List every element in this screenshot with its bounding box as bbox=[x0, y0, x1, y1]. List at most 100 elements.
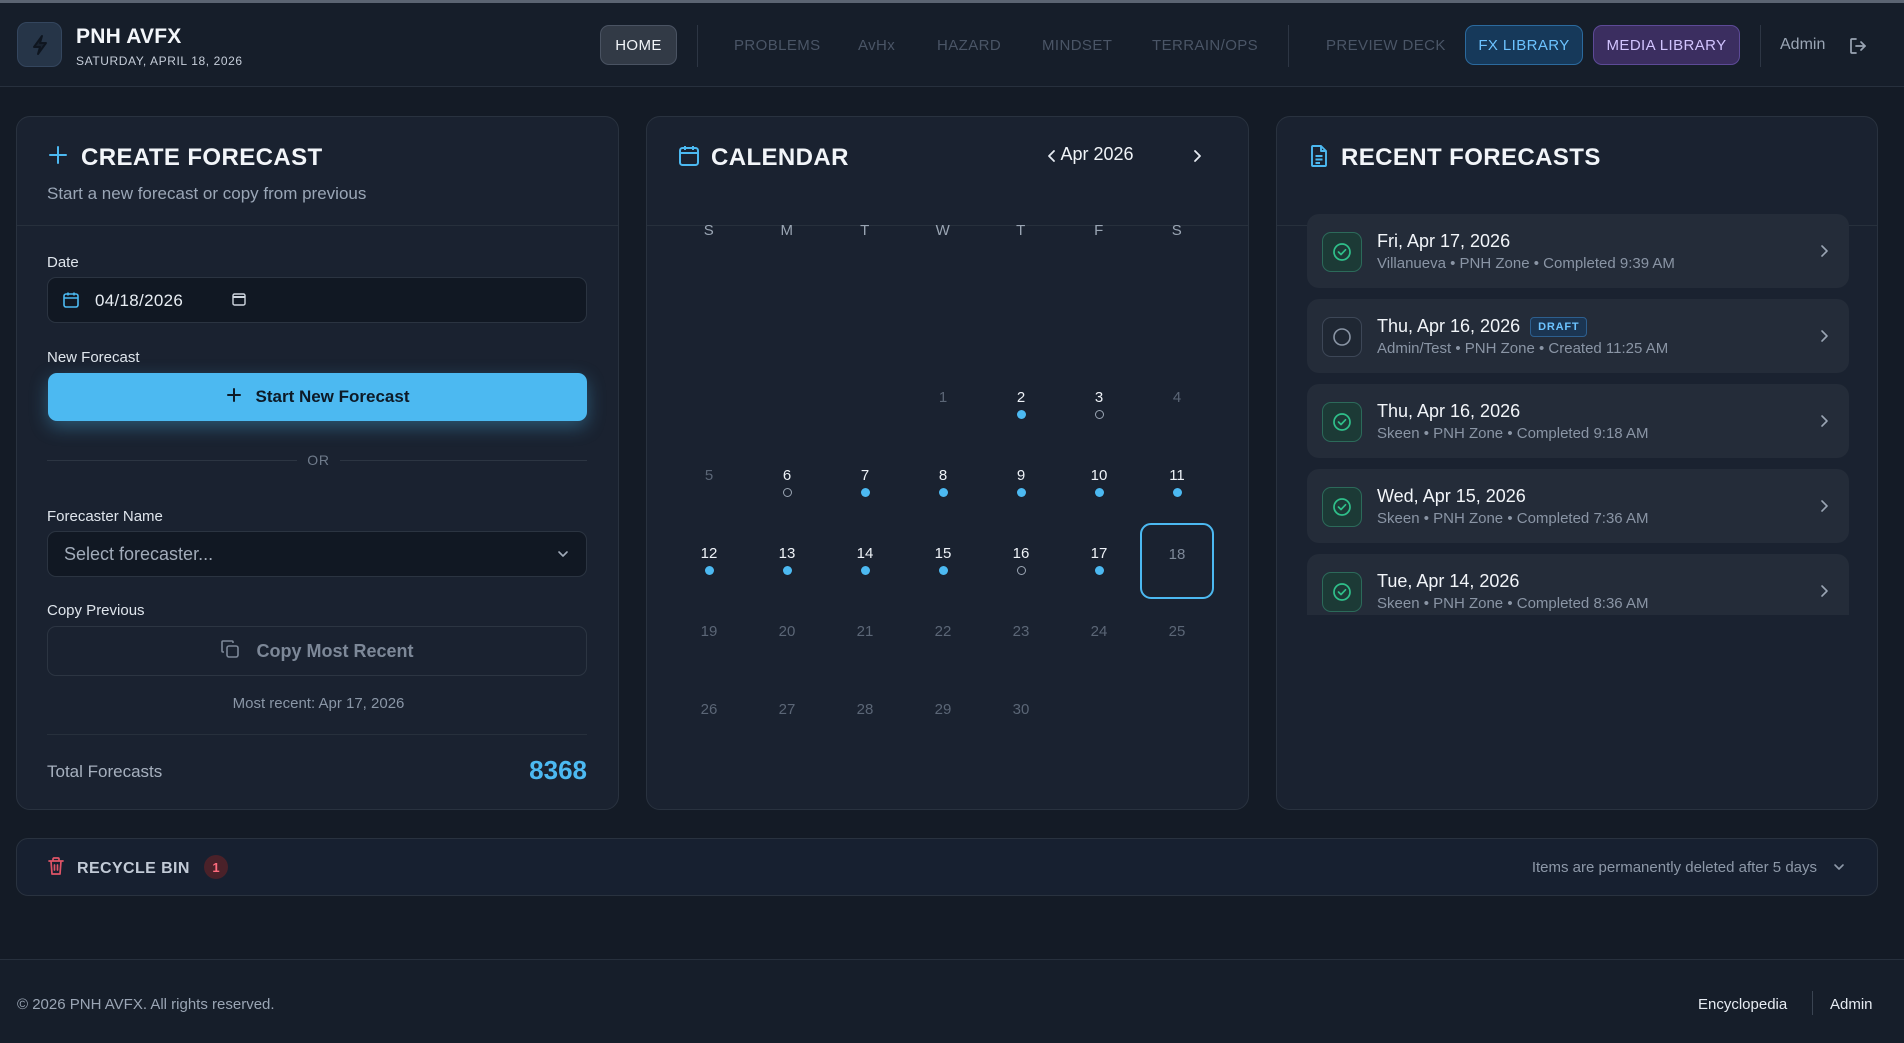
recycle-bin-bar[interactable]: RECYCLE BIN 1 Items are permanently dele… bbox=[16, 838, 1878, 896]
calendar-day[interactable]: 29 bbox=[906, 679, 980, 753]
calendar-day[interactable]: 10 bbox=[1062, 445, 1136, 519]
encyclopedia-link[interactable]: Encyclopedia bbox=[1698, 996, 1787, 1013]
fx-library-button[interactable]: FX LIBRARY bbox=[1465, 25, 1583, 65]
logo-icon[interactable] bbox=[17, 22, 62, 67]
recent-forecast-item[interactable]: Thu, Apr 16, 2026 DRAFT Admin/Test • PNH Z… bbox=[1307, 299, 1849, 373]
start-new-forecast-button[interactable]: Start New Forecast bbox=[48, 373, 587, 421]
calendar-day[interactable]: 16 bbox=[984, 523, 1058, 597]
calendar-day[interactable]: 3 bbox=[1062, 367, 1136, 441]
calendar-day[interactable]: 25 bbox=[1140, 601, 1214, 675]
chevron-down-icon[interactable] bbox=[1832, 860, 1846, 879]
recent-forecast-item[interactable]: Fri, Apr 17, 2026 Villanueva • PNH Zone •… bbox=[1307, 214, 1849, 288]
chevron-right-icon bbox=[1817, 243, 1831, 264]
calendar-day[interactable]: 5 bbox=[672, 445, 746, 519]
divider bbox=[340, 460, 587, 461]
weekday-header: T bbox=[1016, 222, 1026, 239]
copy-previous-label: Copy Previous bbox=[47, 602, 145, 619]
copy-icon bbox=[220, 639, 240, 664]
calendar-day[interactable]: 24 bbox=[1062, 601, 1136, 675]
recent-forecast-item[interactable]: Tue, Apr 14, 2026 Skeen • PNH Zone • Comp… bbox=[1307, 554, 1849, 615]
calendar-day[interactable]: 30 bbox=[984, 679, 1058, 753]
recent-forecast-item[interactable]: Wed, Apr 15, 2026 Skeen • PNH Zone • Comp… bbox=[1307, 469, 1849, 543]
calendar-day[interactable]: 22 bbox=[906, 601, 980, 675]
calendar-day-number: 19 bbox=[700, 622, 718, 640]
recent-forecast-title: Thu, Apr 16, 2026 DRAFT bbox=[1377, 316, 1588, 337]
empty-circle-icon bbox=[1322, 317, 1362, 357]
recent-forecasts-list: Fri, Apr 17, 2026 Villanueva • PNH Zone •… bbox=[1277, 117, 1879, 615]
date-value[interactable]: 04/18/2026 bbox=[95, 291, 183, 311]
date-picker-icon[interactable] bbox=[232, 292, 246, 311]
calendar-day-number: 18 bbox=[1168, 545, 1186, 563]
recent-forecast-meta: Skeen • PNH Zone • Completed 7:36 AM bbox=[1377, 510, 1649, 527]
recent-forecast-meta: Admin/Test • PNH Zone • Created 11:25 AM bbox=[1377, 340, 1669, 357]
calendar-day[interactable]: 20 bbox=[750, 601, 824, 675]
recent-forecast-title: Wed, Apr 15, 2026 bbox=[1377, 486, 1526, 507]
calendar-day[interactable]: 12 bbox=[672, 523, 746, 597]
plus-icon bbox=[226, 387, 242, 408]
total-forecasts-label: Total Forecasts bbox=[47, 762, 163, 781]
weekday-header: M bbox=[780, 222, 794, 239]
calendar-day[interactable]: 11 bbox=[1140, 445, 1214, 519]
calendar-day[interactable]: 26 bbox=[672, 679, 746, 753]
calendar-day-number: 10 bbox=[1090, 466, 1108, 484]
recent-forecasts-card: RECENT FORECASTS Fri, Apr 17, 2026 Villan… bbox=[1276, 116, 1878, 810]
card-header: CREATE FORECAST Start a new forecast or … bbox=[17, 117, 618, 226]
calendar-day[interactable]: 2 bbox=[984, 367, 1058, 441]
forecast-dot bbox=[782, 565, 792, 575]
calendar-day[interactable]: 28 bbox=[828, 679, 902, 753]
calendar-day[interactable]: 21 bbox=[828, 601, 902, 675]
calendar-day-number: 7 bbox=[860, 466, 870, 484]
calendar-icon bbox=[62, 291, 80, 314]
calendar-day[interactable]: 19 bbox=[672, 601, 746, 675]
forecaster-select[interactable]: Select forecaster... bbox=[47, 531, 587, 577]
weekday-header: T bbox=[860, 222, 870, 239]
calendar-day[interactable]: 17 bbox=[1062, 523, 1136, 597]
recent-forecast-item[interactable]: Thu, Apr 16, 2026 Skeen • PNH Zone • Comp… bbox=[1307, 384, 1849, 458]
calendar-day-number: 17 bbox=[1090, 544, 1108, 562]
calendar-day[interactable]: 8 bbox=[906, 445, 980, 519]
app-name: PNH AVFX bbox=[76, 25, 182, 48]
nav-mindset[interactable]: MINDSET bbox=[1042, 25, 1112, 65]
chevron-right-icon[interactable] bbox=[1189, 148, 1205, 169]
admin-user[interactable]: Admin bbox=[1780, 36, 1825, 54]
calendar-day[interactable]: 1 bbox=[906, 367, 980, 441]
forecast-dot bbox=[1016, 487, 1026, 497]
calendar-day[interactable]: 14 bbox=[828, 523, 902, 597]
calendar-day[interactable]: 6 bbox=[750, 445, 824, 519]
recycle-bin-label: RECYCLE BIN bbox=[77, 860, 190, 877]
forecast-dot bbox=[1016, 409, 1026, 419]
nav-problems[interactable]: PROBLEMS bbox=[734, 25, 821, 65]
calendar-card: CALENDAR Apr 2026 S M T W T F S 1 2 3 4 5 6 7 8 9 10 11 12… bbox=[646, 116, 1249, 810]
calendar-day[interactable]: 27 bbox=[750, 679, 824, 753]
calendar-day[interactable]: 7 bbox=[828, 445, 902, 519]
calendar-day-number: 1 bbox=[938, 388, 948, 406]
calendar-day-number: 2 bbox=[1016, 388, 1026, 406]
nav-terrain-ops[interactable]: TERRAIN/OPS bbox=[1152, 25, 1258, 65]
nav-avhx[interactable]: AvHx bbox=[858, 25, 895, 65]
calendar-day[interactable]: 18 bbox=[1140, 523, 1214, 599]
calendar-day-number: 8 bbox=[938, 466, 948, 484]
calendar-day[interactable]: 23 bbox=[984, 601, 1058, 675]
logout-icon[interactable] bbox=[1848, 36, 1868, 61]
recent-forecast-meta: Skeen • PNH Zone • Completed 9:18 AM bbox=[1377, 425, 1649, 442]
calendar-day-number: 15 bbox=[934, 544, 952, 562]
date-field[interactable]: 04/18/2026 bbox=[47, 277, 587, 323]
nav-home-button[interactable]: HOME bbox=[600, 25, 677, 65]
copy-most-recent-button[interactable]: Copy Most Recent bbox=[47, 626, 587, 676]
weekday-header: S bbox=[1171, 222, 1183, 239]
calendar-day[interactable]: 9 bbox=[984, 445, 1058, 519]
app-header: PNH AVFX SATURDAY, APRIL 18, 2026 HOME P… bbox=[0, 3, 1904, 87]
footer-admin-link[interactable]: Admin bbox=[1830, 996, 1873, 1013]
chevron-right-icon bbox=[1817, 583, 1831, 604]
nav-preview-deck[interactable]: PREVIEW DECK bbox=[1326, 25, 1446, 65]
brand: PNH AVFX SATURDAY, APRIL 18, 2026 bbox=[76, 25, 243, 68]
nav-hazard[interactable]: HAZARD bbox=[937, 25, 1001, 65]
calendar-day[interactable]: 4 bbox=[1140, 367, 1214, 441]
empty-dot bbox=[1095, 644, 1104, 653]
calendar-day-number: 24 bbox=[1090, 622, 1108, 640]
calendar-month: Apr 2026 bbox=[1060, 144, 1134, 164]
nav-divider bbox=[697, 25, 698, 67]
calendar-day[interactable]: 15 bbox=[906, 523, 980, 597]
calendar-day[interactable]: 13 bbox=[750, 523, 824, 597]
media-library-button[interactable]: MEDIA LIBRARY bbox=[1593, 25, 1740, 65]
